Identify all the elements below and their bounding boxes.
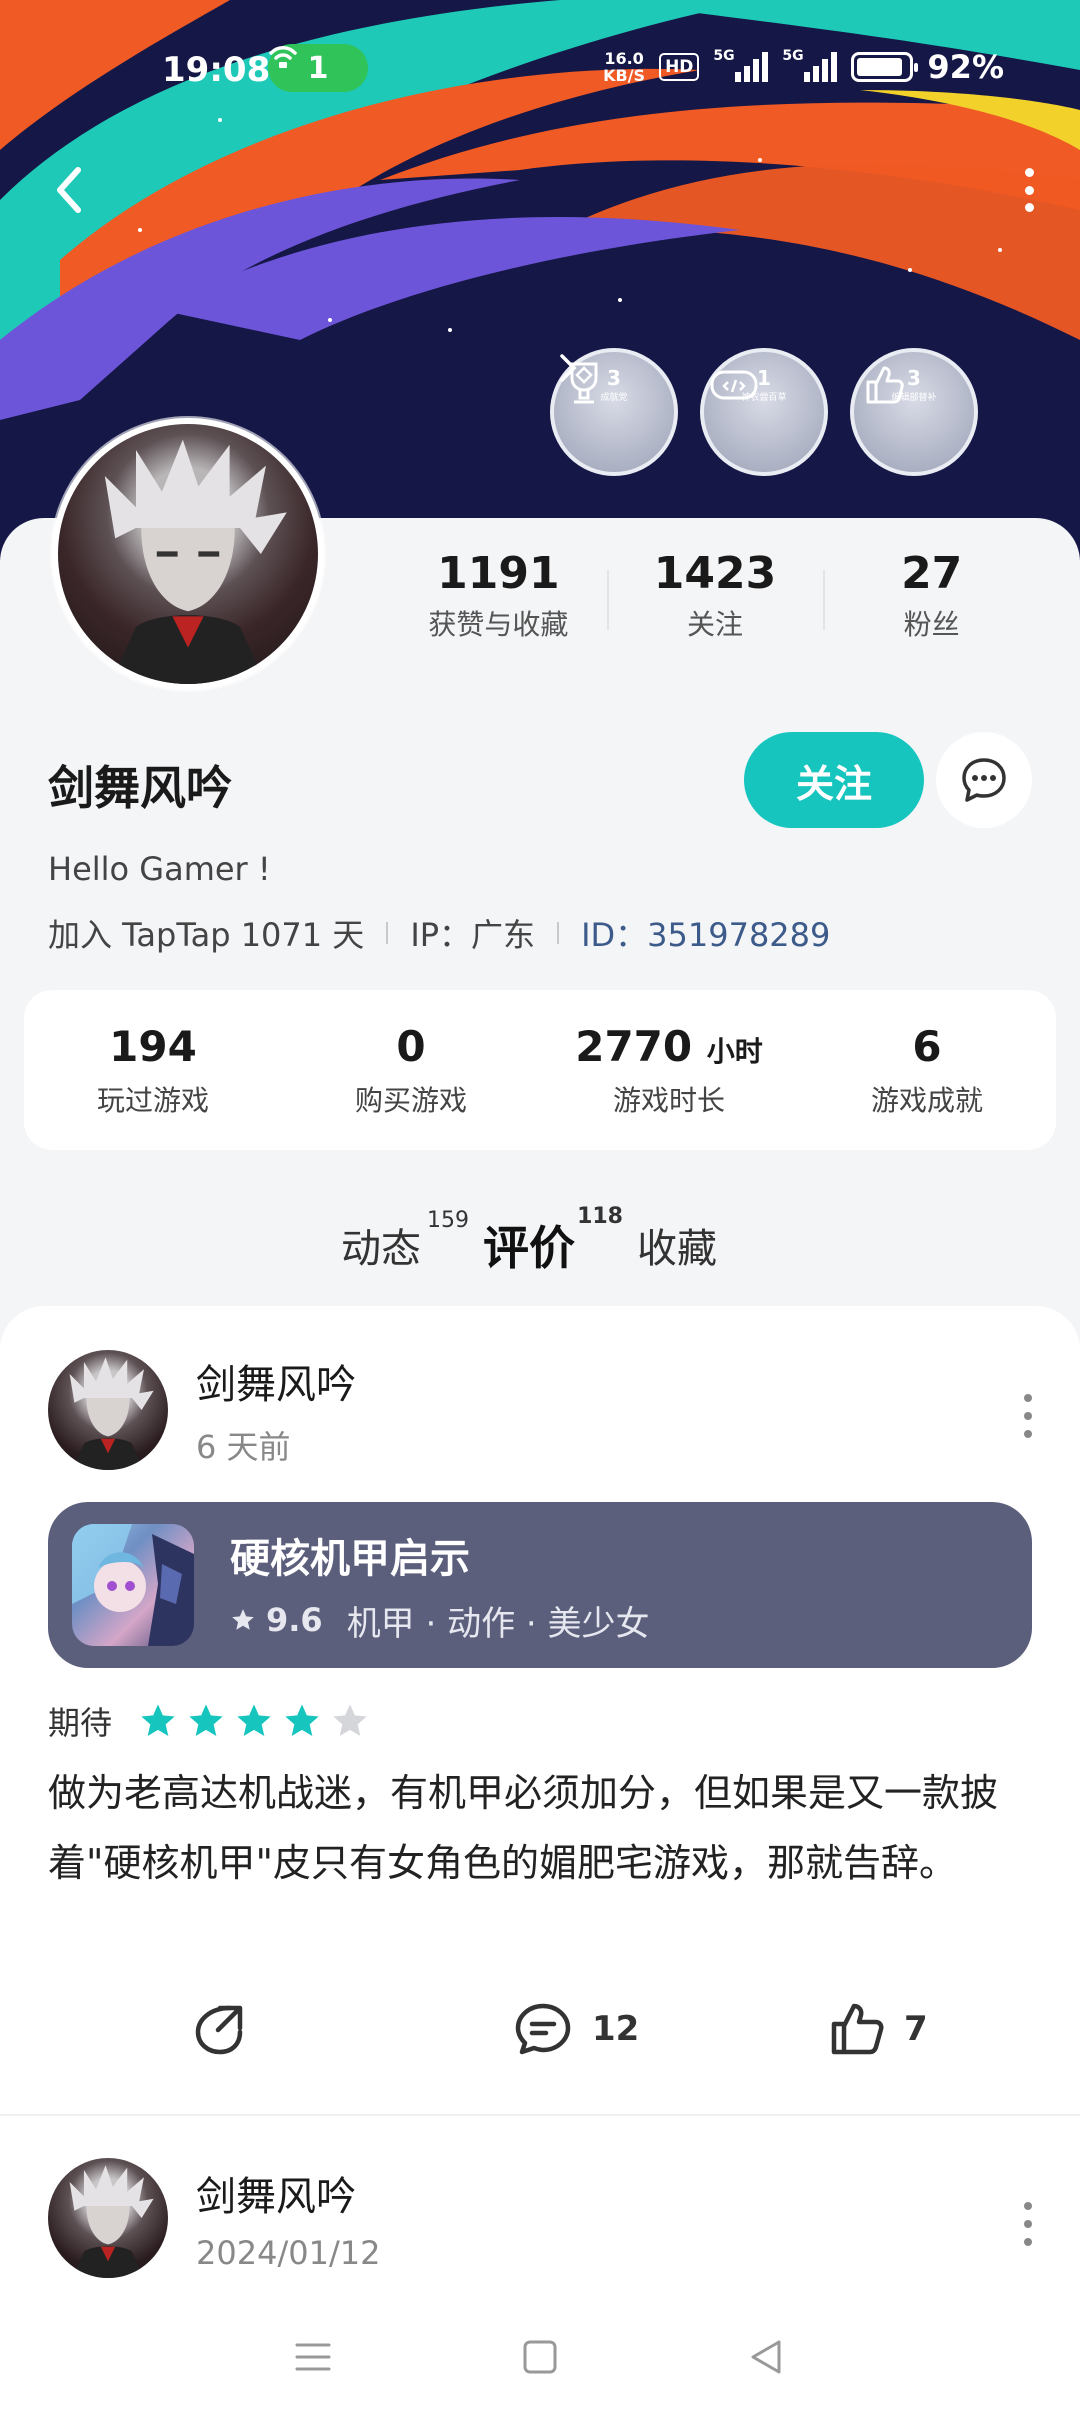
star-filled-icon (141, 1704, 175, 1736)
net-speed: 16.0 KB/S (603, 49, 646, 85)
tab-activity[interactable]: 动态 159 (341, 1208, 469, 1274)
comment-button[interactable]: 12 (512, 2000, 639, 2058)
join-days: 加入 TapTap 1071 天 (48, 916, 365, 954)
back-triangle-icon (751, 2340, 781, 2374)
home-square-icon (523, 2340, 557, 2374)
game-card[interactable]: 硬核机甲启示 9.6 机甲 · 动作 · 美少女 (48, 1502, 1032, 1668)
more-options-button[interactable] (1014, 168, 1044, 212)
game-title: 硬核机甲启示 (230, 1535, 470, 1582)
post-avatar[interactable] (48, 1350, 168, 1470)
rating-row: 期待 (48, 1698, 370, 1744)
stat-likes[interactable]: 1191 获赞与收藏 (390, 548, 607, 648)
home-button[interactable] (510, 2327, 570, 2387)
badge-explorer[interactable]: 1 神农尝百草 (700, 348, 828, 476)
avatar[interactable] (52, 418, 324, 690)
game-thumbnail-art (72, 1524, 194, 1646)
stat-playtime[interactable]: 2770 小时 游戏时长 (540, 1022, 798, 1119)
post-more-button[interactable] (1020, 1394, 1036, 1438)
like-count: 7 (904, 2009, 928, 2049)
review-text[interactable]: 做为老高达机战迷，有机甲必须加分，但如果是又一款披着"硬核机甲"皮只有女角色的媚… (48, 1758, 1038, 1898)
star-filled-icon (237, 1704, 271, 1736)
post-header: 剑舞风吟 6 天前 (48, 1350, 356, 1470)
star-empty-icon (333, 1704, 367, 1736)
menu-icon (295, 2343, 331, 2371)
system-nav-bar (0, 2302, 1080, 2412)
star-filled-icon (285, 1704, 319, 1736)
game-tags: 机甲 · 动作 · 美少女 (346, 1603, 650, 1644)
tab-reviews[interactable]: 评价 118 (483, 1204, 623, 1282)
back-arrow-icon (57, 167, 81, 213)
hotspot-count: 1 (307, 50, 329, 86)
star-filled-icon (189, 1704, 223, 1736)
chat-bubble-icon (962, 758, 1006, 802)
ip-location: IP：广东 (410, 916, 536, 954)
achievement-badges[interactable]: 3 成就党 1 神农尝百草 3 编辑部替补 (550, 348, 978, 476)
post-author[interactable]: 剑舞风吟 (196, 1352, 356, 1410)
divider (386, 922, 389, 944)
comment-icon (515, 2003, 571, 2055)
back-button[interactable] (46, 158, 96, 222)
stat-purchased-games[interactable]: 0 购买游戏 (282, 1022, 540, 1119)
post-avatar[interactable] (48, 2158, 168, 2278)
profile-meta: 加入 TapTap 1071 天 IP：广东 ID：351978289 (48, 910, 830, 956)
thumbs-up-icon (866, 366, 904, 404)
comment-count: 12 (592, 2009, 640, 2049)
status-bar: 19:08 1 16.0 KB/S HD 5G 5G 92% (0, 44, 1080, 94)
review-post[interactable]: 剑舞风吟 6 天前 硬核机甲启示 9.6 机甲 · 动作 · 美少女 期待 做为… (0, 1306, 1080, 2116)
hotspot-icon (269, 46, 297, 68)
star-icon (232, 1609, 254, 1630)
game-thumbnail (72, 1524, 194, 1646)
user-id[interactable]: ID：351978289 (581, 910, 830, 956)
avatar-image (104, 439, 287, 684)
status-icons: 16.0 KB/S HD 5G 5G 92% (603, 48, 1004, 86)
game-meta: 9.6 机甲 · 动作 · 美少女 (230, 1596, 650, 1645)
status-time: 19:08 (162, 50, 271, 90)
follow-button[interactable]: 关注 (744, 732, 924, 828)
rating-label: 期待 (48, 1704, 113, 1742)
stat-following[interactable]: 1423 关注 (606, 548, 824, 648)
tab-favorites[interactable]: 收藏 (637, 1216, 739, 1274)
post-author[interactable]: 剑舞风吟 (196, 2164, 380, 2222)
battery-level: 92% (927, 48, 1004, 86)
share-icon (195, 2005, 243, 2055)
stat-achievements[interactable]: 6 游戏成就 (798, 1022, 1056, 1119)
post-time: 2024/01/12 (196, 2234, 381, 2272)
hotspot-indicator: 1 (268, 44, 368, 92)
thumbs-up-icon (831, 2003, 884, 2055)
review-post[interactable]: 剑舞风吟 2024/01/12 (0, 2114, 1080, 2314)
chevron-right-icon[interactable] (552, 348, 582, 388)
post-more-button[interactable] (1020, 2202, 1036, 2246)
signal-icon-sim2: 5G (782, 48, 838, 82)
post-time: 6 天前 (196, 1428, 291, 1466)
profile-tabs: 动态 159 评价 118 收藏 (0, 1200, 1080, 1290)
rating-stars (138, 1701, 370, 1741)
social-stats: 1191 获赞与收藏 1423 关注 27 粉丝 (390, 548, 1040, 648)
avatar-image (69, 2165, 154, 2278)
share-button[interactable] (190, 2000, 248, 2058)
stat-followers[interactable]: 27 粉丝 (823, 548, 1040, 648)
signal-icon-sim1: 5G (713, 48, 769, 82)
message-button[interactable] (936, 732, 1032, 828)
review-feed: 剑舞风吟 6 天前 硬核机甲启示 9.6 机甲 · 动作 · 美少女 期待 做为… (0, 1306, 1080, 2306)
stat-played-games[interactable]: 194 玩过游戏 (24, 1022, 282, 1119)
like-button[interactable]: 7 (828, 2000, 928, 2058)
badge-editor[interactable]: 3 编辑部替补 (850, 348, 978, 476)
recent-apps-button[interactable] (283, 2327, 343, 2387)
post-header: 剑舞风吟 2024/01/12 (48, 2158, 380, 2278)
battery-icon (851, 52, 919, 82)
profile-bio: Hello Gamer ! (48, 850, 271, 888)
gamepad-icon (710, 370, 758, 400)
hd-icon: HD (659, 53, 700, 81)
avatar-image (69, 1357, 154, 1470)
game-score: 9.6 (266, 1601, 323, 1639)
game-stats-card: 194 玩过游戏 0 购买游戏 2770 小时 游戏时长 6 游戏成就 (24, 990, 1056, 1150)
profile-name: 剑舞风吟 (48, 761, 232, 815)
system-back-button[interactable] (737, 2327, 797, 2387)
divider (557, 922, 560, 944)
